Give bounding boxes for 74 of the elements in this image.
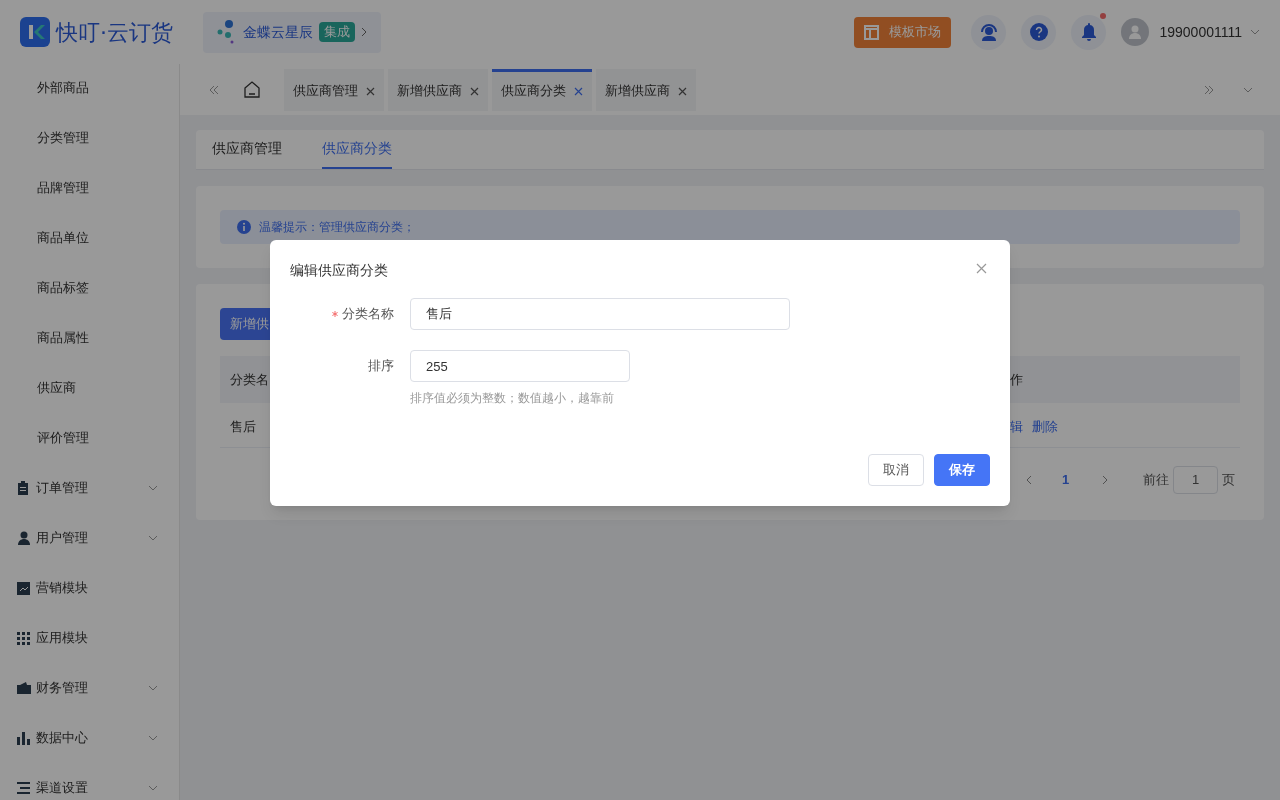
logo-text: 快叮·云订货: [56, 18, 173, 47]
sidebar-item[interactable]: 商品属性: [0, 313, 179, 363]
grid-icon: [17, 631, 30, 645]
bell-icon: [1080, 23, 1097, 41]
user-menu[interactable]: 19900001111: [1159, 21, 1260, 43]
page-tab[interactable]: 新增供应商: [388, 68, 488, 111]
page-suffix: 页: [1222, 471, 1236, 490]
support-button[interactable]: [971, 14, 1007, 50]
sidebar-item[interactable]: 应用模块: [36, 628, 88, 648]
sidebar-item[interactable]: 渠道设置: [36, 778, 88, 798]
logo-icon: [20, 17, 50, 47]
headset-icon: [979, 23, 998, 41]
info-icon: [237, 220, 251, 234]
field-label: 排序: [368, 357, 394, 376]
content-tab[interactable]: 供应商分类: [322, 129, 392, 169]
sidebar-item[interactable]: 供应商: [0, 363, 179, 413]
cancel-button[interactable]: 取消: [868, 454, 924, 486]
input-field[interactable]: 255: [410, 350, 630, 382]
close-icon[interactable]: [678, 86, 687, 96]
bar-chart-icon: [17, 731, 30, 745]
integration-badge: 集成: [319, 22, 355, 42]
goto-page-field[interactable]: 1: [1173, 466, 1219, 494]
page-tab[interactable]: 供应商分类: [492, 68, 592, 111]
help-icon: [1029, 23, 1048, 41]
double-chevron-left-icon[interactable]: [209, 84, 219, 95]
sidebar-item[interactable]: 用户管理: [36, 528, 88, 548]
page-number[interactable]: 1: [1062, 470, 1070, 490]
org-name: 金蝶云星辰: [243, 22, 313, 42]
notification-button[interactable]: [1071, 14, 1107, 50]
sidebar-item[interactable]: 品牌管理: [0, 163, 179, 213]
wallet-icon: [17, 682, 31, 694]
help-button[interactable]: [1021, 14, 1057, 50]
page-tab[interactable]: 供应商管理: [284, 68, 384, 111]
chevron-right-icon: [361, 27, 367, 37]
next-page-icon[interactable]: [1102, 475, 1109, 485]
close-icon[interactable]: [574, 86, 583, 96]
prev-page-icon[interactable]: [1026, 475, 1032, 485]
clipboard-icon: [17, 481, 29, 495]
alert-text: 温馨提示：管理供应商分类；: [259, 219, 415, 236]
row-action-link[interactable]: 辑: [1010, 417, 1023, 437]
sidebar-item[interactable]: 分类管理: [0, 113, 179, 163]
chevron-down-icon: [1250, 29, 1260, 35]
field-hint: 排序值必须为整数；数值越小，越靠前: [410, 390, 614, 407]
sidebar-item[interactable]: 商品标签: [0, 263, 179, 313]
home-icon[interactable]: [244, 81, 260, 98]
dropdown-icon[interactable]: [1243, 86, 1253, 93]
user-icon: [17, 531, 31, 545]
template-icon: [864, 24, 880, 40]
double-chevron-right-icon[interactable]: [1204, 84, 1214, 95]
sidebar-item[interactable]: 财务管理: [36, 678, 88, 698]
close-icon[interactable]: [976, 263, 987, 274]
dialog-title: 编辑供应商分类: [290, 261, 388, 280]
field-label: 分类名称: [342, 305, 394, 324]
add-supplier-category-button[interactable]: 新增供: [220, 308, 270, 340]
sidebar-item[interactable]: 评价管理: [0, 413, 179, 463]
close-icon[interactable]: [470, 86, 479, 96]
org-switcher[interactable]: 金蝶云星辰 集成: [203, 11, 381, 53]
column-header: 分类名: [230, 371, 269, 389]
save-button[interactable]: 保存: [934, 454, 990, 486]
sidebar-item[interactable]: 数据中心: [36, 728, 88, 748]
sidebar-item[interactable]: 订单管理: [36, 478, 88, 498]
sidebar-item[interactable]: 营销模块: [36, 578, 88, 598]
goto-label: 前往: [1143, 471, 1170, 490]
close-icon[interactable]: [366, 86, 375, 96]
sidebar-item[interactable]: 商品单位: [0, 213, 179, 263]
table-cell-text: 售后: [230, 418, 256, 436]
input-field[interactable]: 售后: [410, 298, 790, 330]
column-header: 作: [1010, 371, 1023, 389]
list-icon: [17, 782, 30, 794]
page-tab[interactable]: 新增供应商: [596, 68, 696, 111]
row-action-link[interactable]: 删除: [1032, 417, 1058, 437]
content-tab[interactable]: 供应商管理: [212, 129, 282, 169]
avatar-icon: [1121, 18, 1150, 46]
chart-icon: [17, 581, 30, 595]
